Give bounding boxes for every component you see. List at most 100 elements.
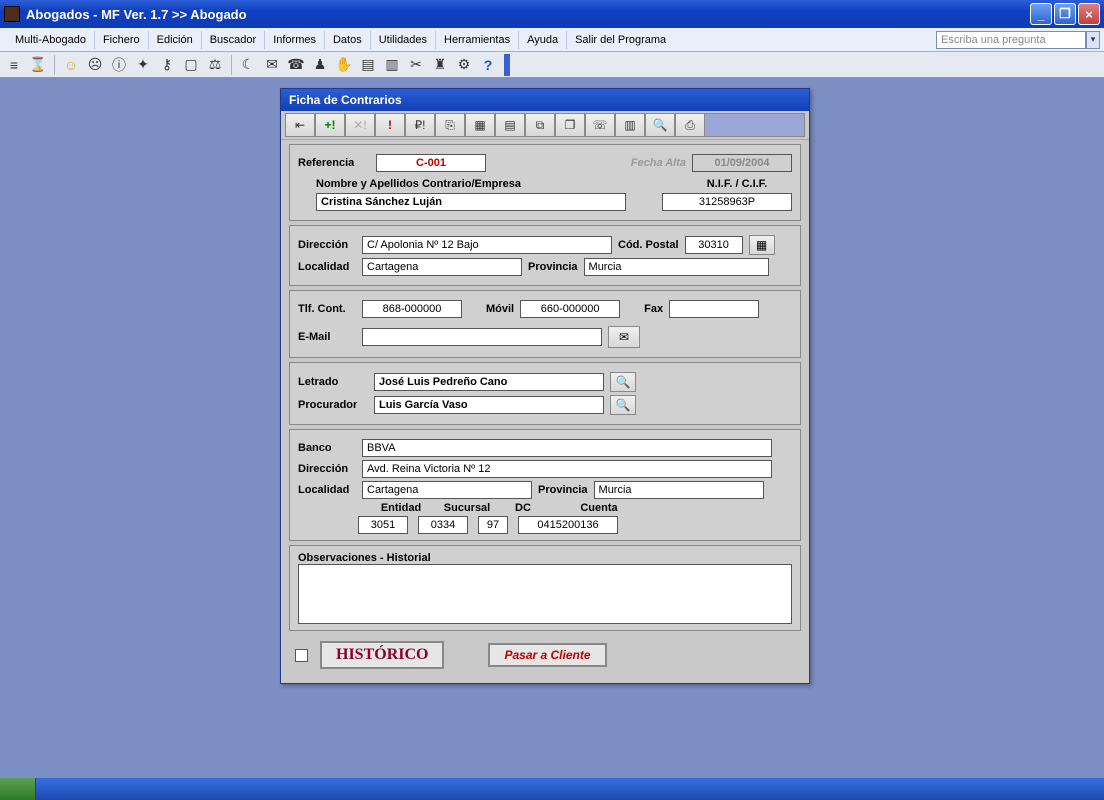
movil-field[interactable]: 660-000000 — [520, 300, 620, 318]
dlg-tb-add[interactable]: +! — [315, 113, 345, 137]
key-icon[interactable]: ⚷ — [157, 55, 177, 75]
banco-field[interactable]: BBVA — [362, 439, 772, 457]
menu-informes[interactable]: Informes — [265, 31, 325, 49]
panel-representantes: Letrado José Luis Pedreño Cano 🔍 Procura… — [289, 362, 801, 425]
dlg-tb-warn[interactable]: ! — [375, 113, 405, 137]
dlg-tb-grid[interactable]: ▦ — [465, 113, 495, 137]
hand-icon[interactable]: ✋ — [334, 55, 354, 75]
banco-dir-field[interactable]: Avd. Reina Victoria Nº 12 — [362, 460, 772, 478]
banco-loc-label: Localidad — [298, 484, 356, 496]
nif-field[interactable]: 31258963P — [662, 193, 792, 211]
toolbar-icon[interactable]: ≡ — [4, 55, 24, 75]
codpostal-field[interactable]: 30310 — [685, 236, 743, 254]
hourglass-icon[interactable]: ⌛ — [28, 55, 48, 75]
fax-field[interactable] — [669, 300, 759, 318]
procurador-label: Procurador — [298, 399, 368, 411]
localidad-field[interactable]: Cartagena — [362, 258, 522, 276]
pig-icon[interactable]: ♟ — [310, 55, 330, 75]
help-search-input[interactable]: Escriba una pregunta — [936, 31, 1086, 49]
cuenta-label: Cuenta — [554, 502, 644, 514]
help-icon[interactable]: ? — [478, 55, 498, 75]
help-search-dropdown[interactable]: ▾ — [1086, 31, 1100, 49]
smile-icon[interactable]: ☺ — [61, 55, 81, 75]
procurador-field[interactable]: Luis García Vaso — [374, 396, 604, 414]
panel-contacto: Tlf. Cont. 868-000000 Móvil 660-000000 F… — [289, 290, 801, 358]
pasar-cliente-button[interactable]: Pasar a Cliente — [488, 643, 606, 667]
historico-checkbox[interactable] — [295, 649, 308, 662]
menu-multi-abogado[interactable]: Multi-Abogado — [7, 31, 95, 49]
phone-icon[interactable]: ☎ — [286, 55, 306, 75]
book-icon[interactable]: ▥ — [382, 55, 402, 75]
menu-utilidades[interactable]: Utilidades — [371, 31, 436, 49]
dlg-tb-del[interactable]: ✕! — [345, 113, 375, 137]
start-button[interactable] — [0, 778, 36, 800]
sucursal-field[interactable]: 0334 — [418, 516, 468, 534]
observaciones-textarea[interactable] — [298, 564, 792, 624]
menu-fichero[interactable]: Fichero — [95, 31, 149, 49]
menu-ayuda[interactable]: Ayuda — [519, 31, 567, 49]
sucursal-label: Sucursal — [442, 502, 492, 514]
letrado-label: Letrado — [298, 376, 368, 388]
panel-identidad: Referencia C-001 Fecha Alta 01/09/2004 N… — [289, 144, 801, 221]
menu-datos[interactable]: Datos — [325, 31, 371, 49]
gear-icon[interactable]: ⚙ — [454, 55, 474, 75]
dlg-tb-nav[interactable]: ⇤ — [285, 113, 315, 137]
banco-prov-field[interactable]: Murcia — [594, 481, 764, 499]
codpostal-lookup-button[interactable]: ▦ — [749, 235, 775, 255]
email-send-button[interactable]: ✉ — [608, 326, 640, 348]
dlg-tb-search[interactable]: 🔍 — [645, 113, 675, 137]
dlg-tb-doc[interactable]: ⧉ — [525, 113, 555, 137]
movil-label: Móvil — [486, 303, 514, 315]
direccion-field[interactable]: C/ Apolonia Nº 12 Bajo — [362, 236, 612, 254]
provincia-field[interactable]: Murcia — [584, 258, 769, 276]
dlg-tb-copy[interactable]: ⎘ — [435, 113, 465, 137]
email-field[interactable] — [362, 328, 602, 346]
dialog-toolbar: ⇤ +! ✕! ! ₽! ⎘ ▦ ▤ ⧉ ❐ ☏ ▥ 🔍 ⎙ — [281, 111, 809, 140]
close-button[interactable]: × — [1078, 3, 1100, 25]
panel-direccion: Dirección C/ Apolonia Nº 12 Bajo Cód. Po… — [289, 225, 801, 286]
person-icon[interactable]: ⓘ — [109, 55, 129, 75]
calc-icon[interactable]: ▤ — [358, 55, 378, 75]
banco-loc-field[interactable]: Cartagena — [362, 481, 532, 499]
dlg-tb-form[interactable]: ▥ — [615, 113, 645, 137]
dlg-tb-cal[interactable]: ▤ — [495, 113, 525, 137]
dlg-tb-phone[interactable]: ☏ — [585, 113, 615, 137]
tlf-field[interactable]: 868-000000 — [362, 300, 462, 318]
dc-field[interactable]: 97 — [478, 516, 508, 534]
historico-button[interactable]: HISTÓRICO — [320, 641, 444, 669]
menu-edicion[interactable]: Edición — [149, 31, 202, 49]
procurador-search-button[interactable]: 🔍 — [610, 395, 636, 415]
referencia-field[interactable]: C-001 — [376, 154, 486, 172]
menu-bar: Multi-Abogado Fichero Edición Buscador I… — [0, 28, 1104, 52]
window-icon[interactable]: ▢ — [181, 55, 201, 75]
entidad-field[interactable]: 3051 — [358, 516, 408, 534]
sad-icon[interactable]: ☹ — [85, 55, 105, 75]
quicklaunch-icon[interactable] — [39, 780, 53, 798]
cuenta-field[interactable]: 0415200136 — [518, 516, 618, 534]
menu-buscador[interactable]: Buscador — [202, 31, 265, 49]
mdi-workspace: Ficha de Contrarios ⇤ +! ✕! ! ₽! ⎘ ▦ ▤ ⧉… — [0, 78, 1104, 778]
minimize-button[interactable]: _ — [1030, 3, 1052, 25]
nombre-field[interactable]: Cristina Sánchez Luján — [316, 193, 626, 211]
scales-icon[interactable]: ⚖ — [205, 55, 225, 75]
banco-dir-label: Dirección — [298, 463, 356, 475]
main-toolbar: ≡ ⌛ ☺ ☹ ⓘ ✦ ⚷ ▢ ⚖ ☾ ✉ ☎ ♟ ✋ ▤ ▥ ✂ ♜ ⚙ ? — [0, 52, 1104, 78]
tools-icon[interactable]: ✂ — [406, 55, 426, 75]
menu-herramientas[interactable]: Herramientas — [436, 31, 519, 49]
dlg-tb-spacer — [705, 113, 805, 137]
bottle-icon[interactable]: ♜ — [430, 55, 450, 75]
dlg-tb-print[interactable]: ⎙ — [675, 113, 705, 137]
letrado-search-button[interactable]: 🔍 — [610, 372, 636, 392]
speech-icon[interactable]: ✉ — [262, 55, 282, 75]
letrado-field[interactable]: José Luis Pedreño Cano — [374, 373, 604, 391]
maximize-button[interactable]: ❐ — [1054, 3, 1076, 25]
observaciones-label: Observaciones - Historial — [298, 552, 792, 564]
toolbar-end — [504, 54, 510, 76]
dlg-tb-excl[interactable]: ₽! — [405, 113, 435, 137]
dlg-tb-win[interactable]: ❐ — [555, 113, 585, 137]
menu-salir[interactable]: Salir del Programa — [567, 31, 674, 49]
taskbar — [0, 778, 1104, 800]
moon-icon[interactable]: ☾ — [238, 55, 258, 75]
email-label: E-Mail — [298, 331, 356, 343]
running-icon[interactable]: ✦ — [133, 55, 153, 75]
